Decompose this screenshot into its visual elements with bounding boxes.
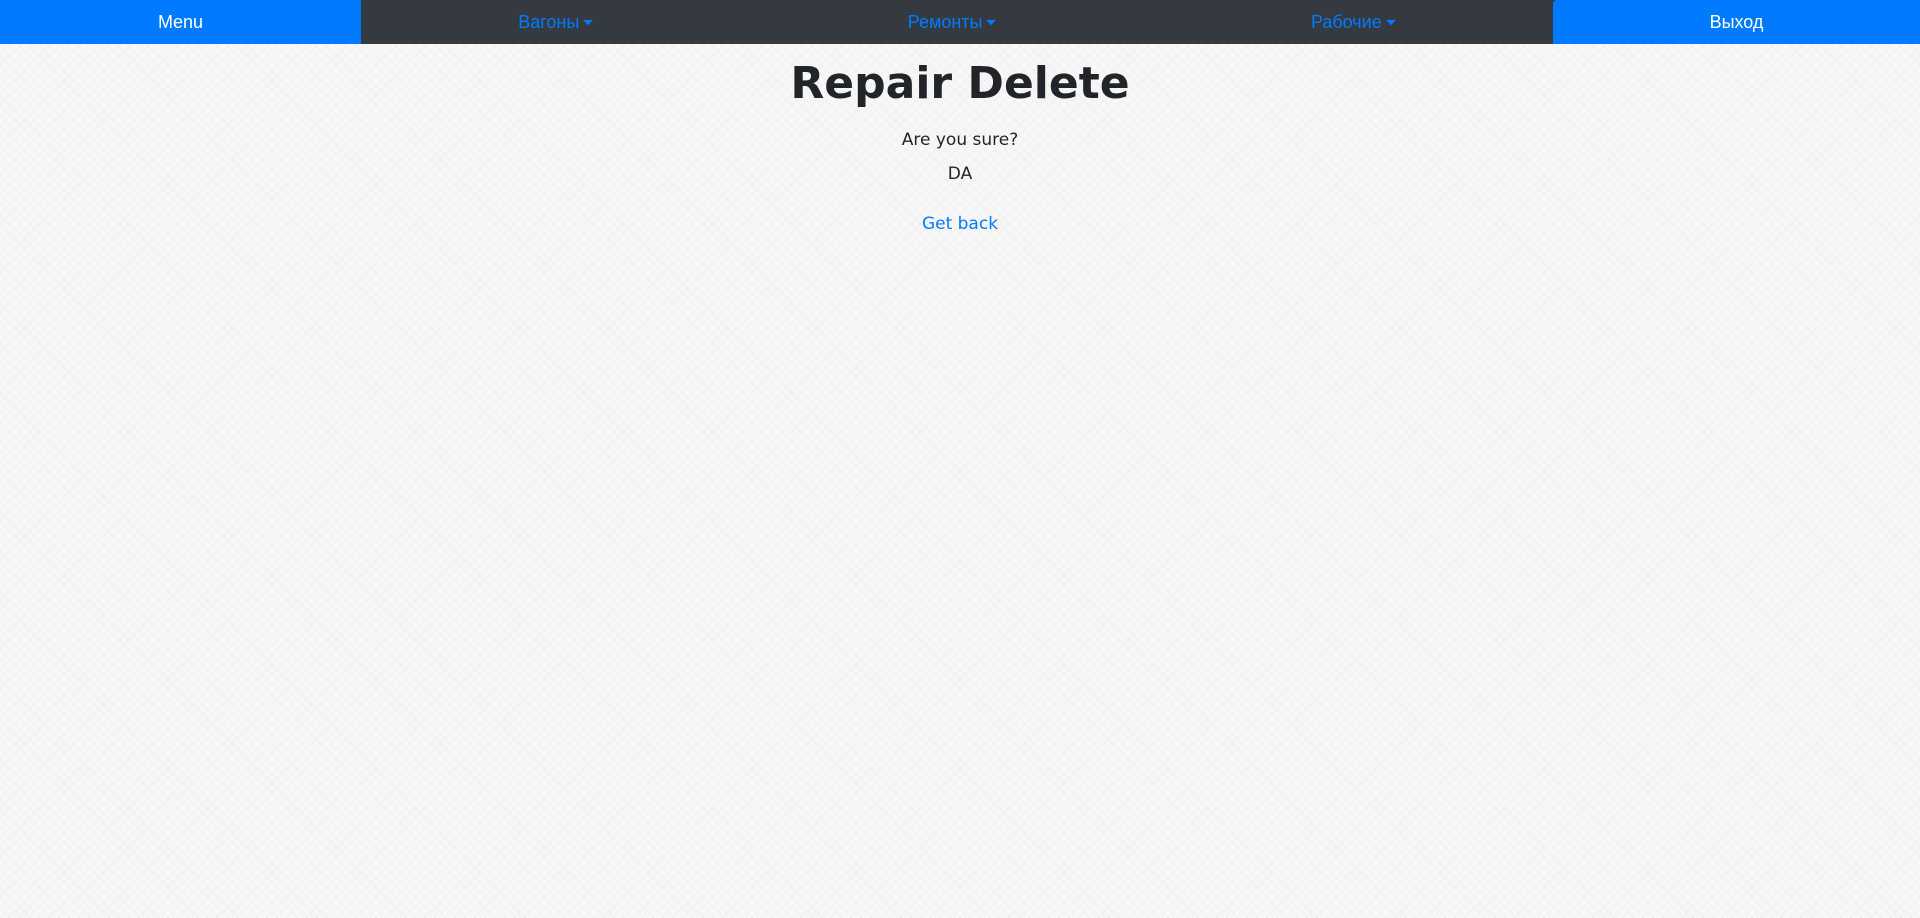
caret-down-icon (1385, 19, 1396, 25)
confirm-answer: DA (947, 164, 973, 184)
dropdown-repairs[interactable]: Ремонты (908, 12, 997, 33)
confirm-question: Are you sure? (901, 130, 1019, 150)
dropdown-repairs-label: Ремонты (907, 11, 983, 32)
caret-down-icon (986, 19, 997, 25)
get-back-link[interactable]: Get back (922, 212, 998, 236)
dropdown-wagons-label: Вагоны (518, 11, 580, 32)
nav-dropdown-group: Вагоны Ремонты Рабочие (361, 0, 1553, 44)
logout-button[interactable]: Выход (1553, 0, 1920, 44)
main-content: Repair Delete Are you sure? DA Get back (0, 54, 1920, 236)
menu-button[interactable]: Menu (0, 0, 361, 44)
dropdown-workers[interactable]: Рабочие (1311, 12, 1396, 33)
top-navbar: Menu Вагоны Ремонты Рабочие Выход (0, 0, 1920, 44)
caret-down-icon (583, 19, 594, 25)
dropdown-wagons[interactable]: Вагоны (518, 11, 594, 33)
dropdown-workers-label: Рабочие (1310, 11, 1382, 32)
page-title: Repair Delete (790, 58, 1130, 109)
